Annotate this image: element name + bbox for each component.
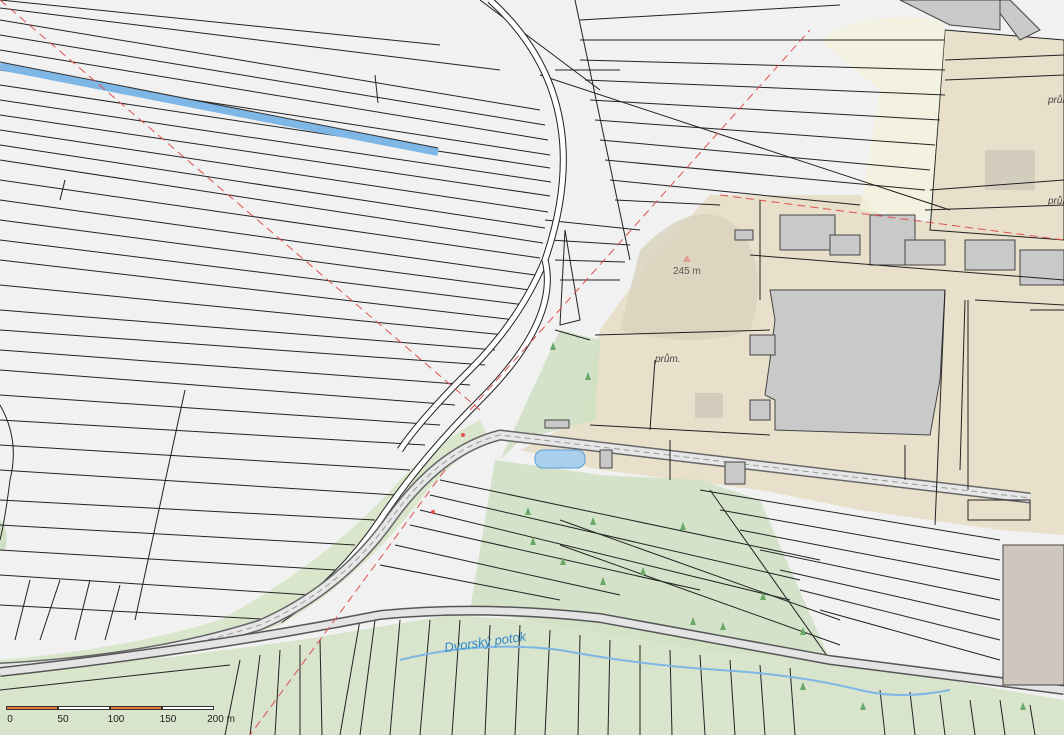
- boundary-marker: [461, 433, 465, 437]
- landuse-label: prům.: [1047, 195, 1064, 207]
- scale-tick-label: 100: [107, 714, 125, 725]
- scale-segment: [110, 706, 162, 710]
- map-canvas: 245 m prům. prům. prům. Dvorský potok: [0, 0, 1064, 735]
- scale-tick-label: 50: [57, 714, 69, 725]
- landuse-label: prům.: [1047, 94, 1064, 106]
- landuse-label: prům.: [654, 353, 681, 365]
- map-view[interactable]: 245 m prům. prům. prům. Dvorský potok 0 …: [0, 0, 1064, 735]
- scale-tick-label: 0: [7, 714, 13, 725]
- industrial-area-north: [929, 29, 1064, 241]
- elevation-label: 245 m: [673, 266, 701, 277]
- pond: [534, 449, 586, 469]
- scale-tick-label: 150: [159, 714, 177, 725]
- scale-segment: [162, 706, 214, 710]
- scale-segment: [6, 706, 58, 710]
- scale-segment: [58, 706, 110, 710]
- boundary-marker: [431, 510, 435, 514]
- scale-tick-label: 200 m: [207, 714, 235, 725]
- scale-bar: 0 50 100 150 200 m: [6, 700, 246, 730]
